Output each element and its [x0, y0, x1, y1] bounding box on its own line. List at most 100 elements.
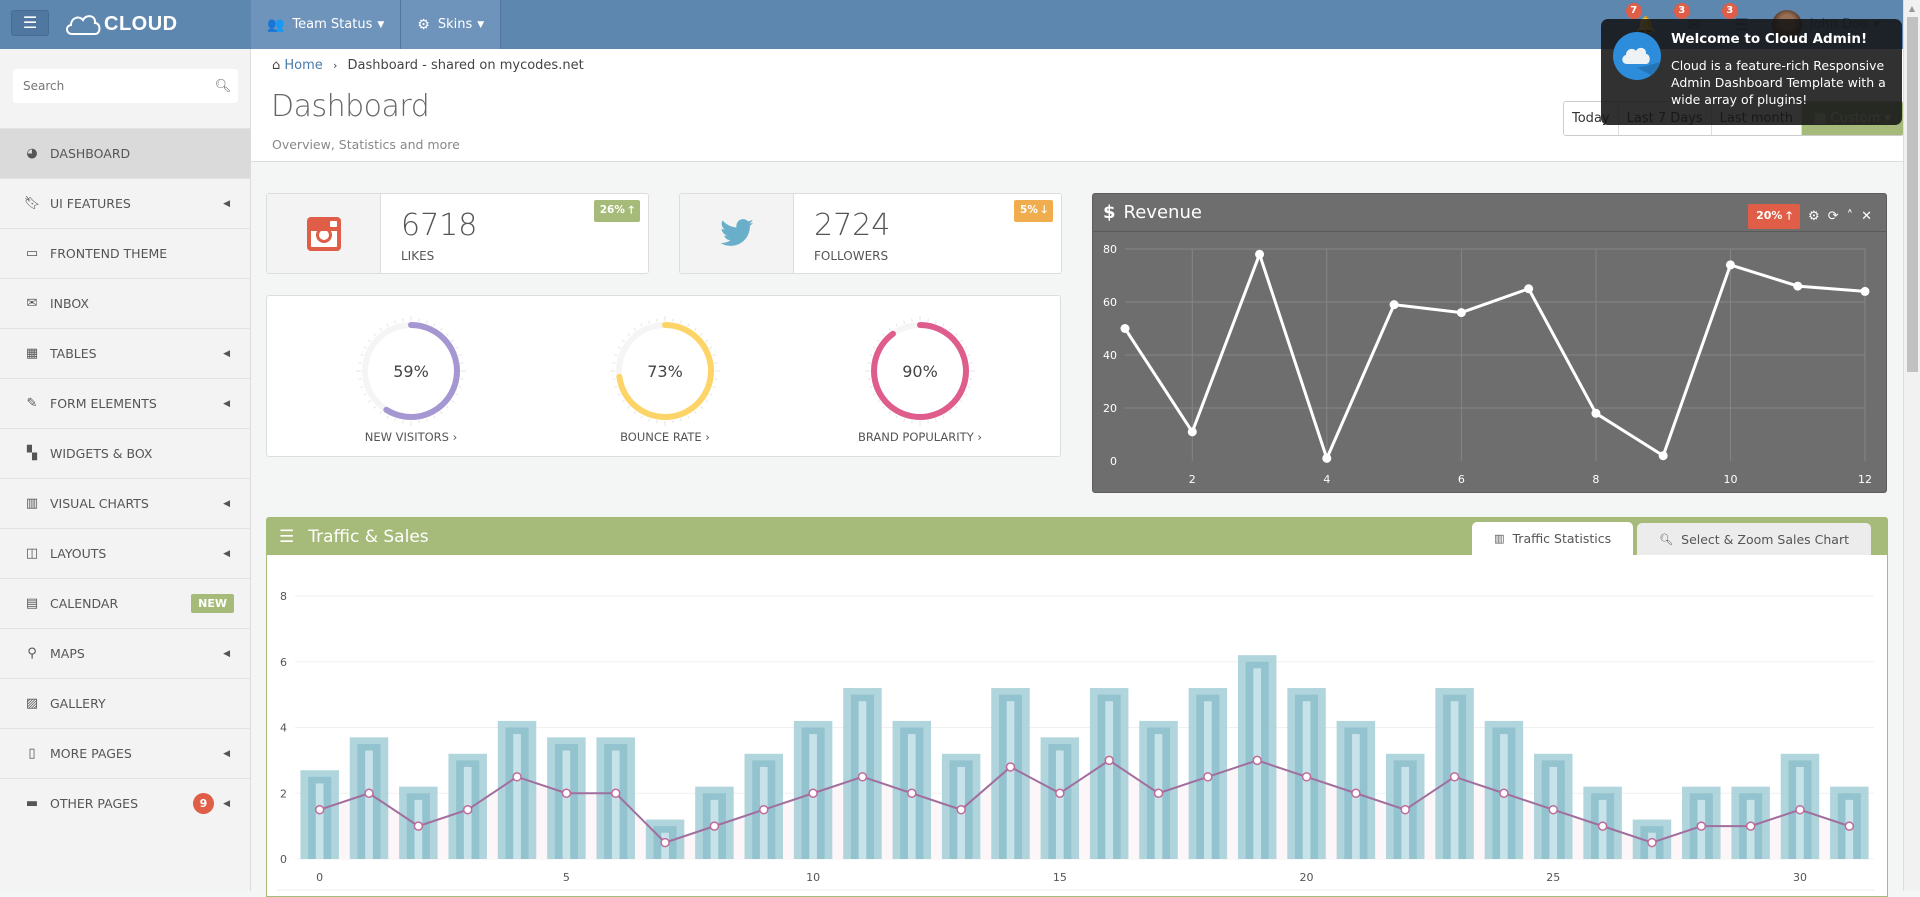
gauge-tick: [641, 324, 642, 327]
sidebar-item-more-pages[interactable]: ▯MORE PAGES◀: [0, 728, 250, 778]
gauge-tick: [694, 411, 696, 413]
gear-icon[interactable]: ⚙: [1808, 209, 1820, 224]
notification-count: 7: [1626, 3, 1642, 19]
logo[interactable]: CLOUD: [64, 8, 178, 40]
close-icon[interactable]: ✕: [1861, 209, 1872, 224]
page-title: Dashboard: [271, 89, 429, 124]
sidebar-item-ui-features[interactable]: 🔖︎UI FEATURES◀: [0, 178, 250, 228]
gauge-tick: [688, 416, 689, 419]
sidebar-item-frontend-theme[interactable]: ▭FRONTEND THEME: [0, 228, 250, 278]
page-scrollbar[interactable]: ▲: [1903, 0, 1920, 891]
gauge-tick: [713, 355, 716, 356]
traffic-point: [1500, 789, 1508, 797]
sidebar-item-visual-charts[interactable]: ▥VISUAL CHARTS◀: [0, 478, 250, 528]
gauge-tick: [434, 324, 435, 327]
sidebar-item-gallery[interactable]: ▨ GALLERY: [0, 678, 250, 728]
caret-left-icon: ◀: [223, 799, 230, 809]
gauge-tick: [395, 419, 396, 422]
gauge-tick: [943, 324, 944, 327]
revenue-line: [1125, 254, 1865, 458]
traffic-point: [1056, 789, 1064, 797]
sidebar-item-maps[interactable]: ⚲MAPS◀: [0, 628, 250, 678]
tab-select-zoom-sales[interactable]: 🔍︎Select & Zoom Sales Chart: [1637, 523, 1871, 555]
gauge-tick: [628, 334, 630, 336]
gauge-tick: [634, 328, 636, 330]
gauge-bounce-rate[interactable]: 73% BOUNCE RATE ›: [585, 316, 745, 444]
traffic-point: [1253, 756, 1261, 764]
tab-label: Select & Zoom Sales Chart: [1681, 532, 1849, 547]
gauge-brand-popularity[interactable]: 90% BRAND POPULARITY ›: [840, 316, 1000, 444]
gauge-ring: 59%: [356, 316, 466, 426]
gauge-tick: [634, 411, 636, 413]
search-icon[interactable]: 🔍︎: [208, 79, 238, 94]
bar-inner: [316, 783, 324, 859]
followers-value: 2724: [814, 208, 890, 243]
collapse-icon[interactable]: ˄: [1847, 209, 1854, 224]
gauge-tick: [451, 340, 453, 342]
team-status-menu[interactable]: 👥 Team Status ▼: [251, 0, 401, 49]
gear-icon: ⚙: [417, 17, 430, 33]
arrow-down-icon: 🡓: [1042, 204, 1047, 216]
refresh-icon[interactable]: ⟳: [1828, 209, 1839, 224]
gauge-tick: [628, 406, 630, 408]
sidebar-item-label: FRONTEND THEME: [50, 246, 167, 261]
scrollbar-thumb[interactable]: [1907, 17, 1918, 372]
gauge-tick: [710, 347, 713, 348]
sidebar-item-dashboard[interactable]: ◕DASHBOARD: [0, 128, 250, 178]
gauge-tick: [361, 386, 364, 387]
x-tick-label: 6: [1458, 473, 1465, 486]
gauge-tick: [459, 386, 462, 387]
toast-body: Cloud is a feature-rich Responsive Admin…: [1671, 57, 1896, 108]
tab-traffic-statistics[interactable]: ▥Traffic Statistics: [1472, 522, 1633, 555]
traffic-point: [957, 806, 965, 814]
gauge-tick: [426, 321, 427, 324]
table-icon: ▦: [22, 346, 42, 361]
y-tick-label: 8: [280, 590, 287, 603]
sidebar-toggle-button[interactable]: ☰: [11, 10, 49, 36]
x-tick-label: 5: [563, 871, 570, 884]
sidebar-item-layouts[interactable]: ◫LAYOUTS◀: [0, 528, 250, 578]
sidebar-item-form-elements[interactable]: ✎FORM ELEMENTS◀: [0, 378, 250, 428]
gauge-tick: [649, 321, 650, 324]
gauge-tick: [896, 416, 897, 419]
x-tick-label: 10: [806, 871, 820, 884]
traffic-point: [1155, 789, 1163, 797]
menu-bars-icon: ☰: [279, 527, 294, 547]
x-tick-label: 25: [1546, 871, 1560, 884]
y-tick-label: 2: [280, 787, 287, 800]
gauge-tick: [960, 340, 962, 342]
revenue-change-badge: 20% 🡑: [1748, 204, 1800, 229]
y-tick-label: 0: [280, 853, 287, 866]
scroll-up-icon[interactable]: ▲: [1904, 0, 1920, 17]
gauge-new-visitors[interactable]: 59% NEW VISITORS ›: [331, 316, 491, 444]
gauge-tick: [968, 355, 971, 356]
count-badge: 9: [193, 793, 214, 814]
sidebar-item-tables[interactable]: ▦TABLES◀: [0, 328, 250, 378]
sidebar-item-other-pages[interactable]: ▬OTHER PAGES9◀: [0, 778, 250, 828]
y-tick-label: 60: [1103, 296, 1117, 309]
sidebar-item-label: GALLERY: [50, 696, 106, 711]
twitter-icon: [719, 219, 755, 249]
picture-icon: ▨: [22, 696, 42, 711]
sidebar: 🔍︎ ◕DASHBOARD🔖︎UI FEATURES◀▭FRONTEND THE…: [0, 49, 251, 891]
bookmark-icon: 🔖︎: [22, 196, 42, 211]
skins-menu[interactable]: ⚙ Skins ▼: [401, 0, 501, 49]
gauge-tick: [440, 411, 442, 413]
gauge-tick: [368, 340, 370, 342]
gauge-tick: [700, 406, 702, 408]
welcome-toast[interactable]: Welcome to Cloud Admin! Cloud is a featu…: [1601, 19, 1902, 125]
search-input[interactable]: [13, 79, 208, 93]
breadcrumb-home-link[interactable]: Home: [284, 58, 322, 73]
sidebar-item-calendar[interactable]: ▤CALENDARNEW: [0, 578, 250, 628]
map-marker-icon: ⚲: [22, 646, 42, 661]
gauge-tick: [960, 400, 962, 402]
revenue-point: [1726, 260, 1735, 269]
caret-left-icon: ◀: [223, 199, 230, 209]
followers-change-badge: 5% 🡓: [1014, 200, 1053, 222]
sidebar-item-inbox[interactable]: ✉INBOX: [0, 278, 250, 328]
gauge-tick: [380, 328, 382, 330]
gauge-tick: [949, 328, 951, 330]
x-tick-label: 8: [1592, 473, 1599, 486]
hamburger-icon: ☰: [23, 13, 37, 32]
sidebar-item-widgets-box[interactable]: ▚WIDGETS & BOX: [0, 428, 250, 478]
